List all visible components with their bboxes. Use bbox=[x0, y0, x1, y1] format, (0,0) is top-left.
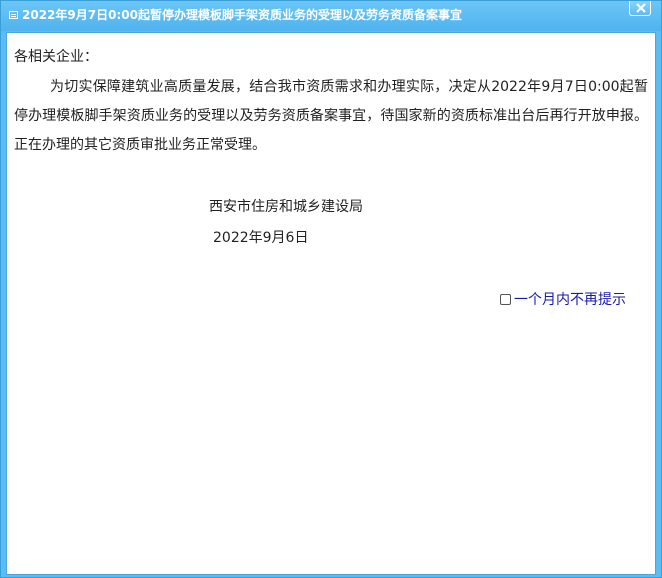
notice-greeting: 各相关企业： bbox=[14, 49, 98, 65]
close-button[interactable] bbox=[629, 1, 651, 16]
notice-dialog: 2022年9月7日0:00起暂停办理模板脚手架资质业务的受理以及劳务资质备案事宜… bbox=[0, 0, 662, 578]
dont-show-checkbox[interactable] bbox=[500, 294, 511, 305]
notice-signer: 西安市住房和城乡建设局 bbox=[209, 199, 363, 215]
dialog-title: 2022年9月7日0:00起暂停办理模板脚手架资质业务的受理以及劳务资质备案事宜 bbox=[22, 8, 462, 22]
notice-body: 为切实保障建筑业高质量发展，结合我市资质需求和办理实际，决定从2022年9月7日… bbox=[14, 79, 648, 153]
notice-content: 各相关企业： 为切实保障建筑业高质量发展，结合我市资质需求和办理实际，决定从20… bbox=[6, 32, 656, 575]
dont-show-label[interactable]: 一个月内不再提示 bbox=[514, 291, 626, 309]
window-icon bbox=[9, 11, 18, 19]
title-bar[interactable]: 2022年9月7日0:00起暂停办理模板脚手架资质业务的受理以及劳务资质备案事宜 bbox=[1, 1, 661, 31]
close-icon bbox=[636, 3, 646, 13]
notice-date: 2022年9月6日 bbox=[213, 230, 309, 246]
